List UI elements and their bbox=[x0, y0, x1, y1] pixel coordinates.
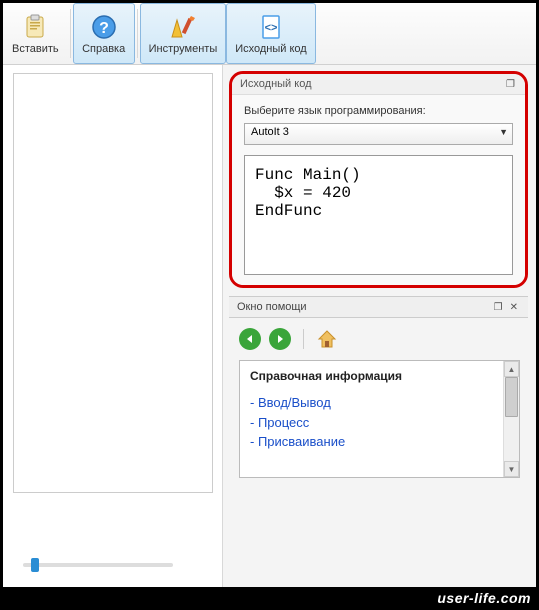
svg-text:<>: <> bbox=[265, 22, 278, 34]
nav-back-button[interactable] bbox=[239, 328, 261, 350]
help-info-heading: Справочная информация bbox=[250, 369, 509, 383]
right-pane: Исходный код ❐ Выберите язык программиро… bbox=[223, 65, 536, 587]
code-editor[interactable]: Func Main() $x = 420 EndFunc bbox=[244, 155, 513, 275]
source-code-panel: Исходный код ❐ Выберите язык программиро… bbox=[229, 71, 528, 288]
help-panel-header: Окно помощи ❐ ✕ bbox=[229, 296, 528, 318]
tools-icon bbox=[169, 13, 197, 41]
source-panel-header: Исходный код ❐ bbox=[232, 74, 525, 95]
scroll-thumb[interactable] bbox=[505, 377, 518, 417]
clipboard-icon bbox=[21, 13, 49, 41]
help-link-io[interactable]: - Ввод/Вывод bbox=[250, 393, 509, 413]
maximize-icon[interactable]: ❐ bbox=[504, 79, 517, 90]
separator bbox=[70, 9, 71, 58]
tools-button[interactable]: Инструменты bbox=[140, 3, 227, 64]
help-panel-title: Окно помощи bbox=[237, 301, 307, 313]
slider-thumb[interactable] bbox=[31, 558, 39, 572]
nav-home-button[interactable] bbox=[316, 328, 338, 350]
help-link-assign[interactable]: - Присваивание bbox=[250, 432, 509, 452]
language-instruction: Выберите язык программирования: bbox=[244, 105, 513, 117]
scroll-down-button[interactable]: ▼ bbox=[504, 461, 519, 477]
help-nav bbox=[223, 318, 536, 360]
watermark: user-life.com bbox=[437, 590, 531, 606]
language-select[interactable]: AutoIt 3 bbox=[244, 123, 513, 145]
language-selected: AutoIt 3 bbox=[251, 126, 289, 138]
help-button[interactable]: ? Справка bbox=[73, 3, 135, 64]
close-icon[interactable]: ✕ bbox=[508, 302, 520, 313]
separator bbox=[137, 9, 138, 58]
content-area: Исходный код ❐ Выберите язык программиро… bbox=[3, 65, 536, 587]
paste-button[interactable]: Вставить bbox=[3, 3, 68, 64]
zoom-slider[interactable] bbox=[23, 563, 173, 567]
help-icon: ? bbox=[90, 13, 118, 41]
source-panel-body: Выберите язык программирования: AutoIt 3… bbox=[232, 95, 525, 285]
source-label: Исходный код bbox=[235, 43, 307, 55]
source-icon: <> bbox=[257, 13, 285, 41]
source-panel-title: Исходный код bbox=[240, 78, 312, 90]
scroll-up-button[interactable]: ▲ bbox=[504, 361, 519, 377]
paste-label: Вставить bbox=[12, 43, 59, 55]
nav-forward-button[interactable] bbox=[269, 328, 291, 350]
document-preview[interactable] bbox=[13, 73, 213, 493]
scrollbar[interactable]: ▲ ▼ bbox=[503, 361, 519, 477]
maximize-icon[interactable]: ❐ bbox=[492, 302, 505, 313]
help-info-box: Справочная информация - Ввод/Вывод - Про… bbox=[239, 360, 520, 478]
app-frame: Вставить ? Справка Инструменты <> Исходн… bbox=[3, 3, 536, 587]
left-pane bbox=[3, 65, 223, 587]
svg-text:?: ? bbox=[99, 20, 109, 37]
help-link-process[interactable]: - Процесс bbox=[250, 413, 509, 433]
scroll-track[interactable] bbox=[504, 377, 519, 461]
toolbar: Вставить ? Справка Инструменты <> Исходн… bbox=[3, 3, 536, 65]
help-label: Справка bbox=[82, 43, 125, 55]
separator bbox=[303, 329, 304, 349]
source-button[interactable]: <> Исходный код bbox=[226, 3, 316, 64]
tools-label: Инструменты bbox=[149, 43, 218, 55]
